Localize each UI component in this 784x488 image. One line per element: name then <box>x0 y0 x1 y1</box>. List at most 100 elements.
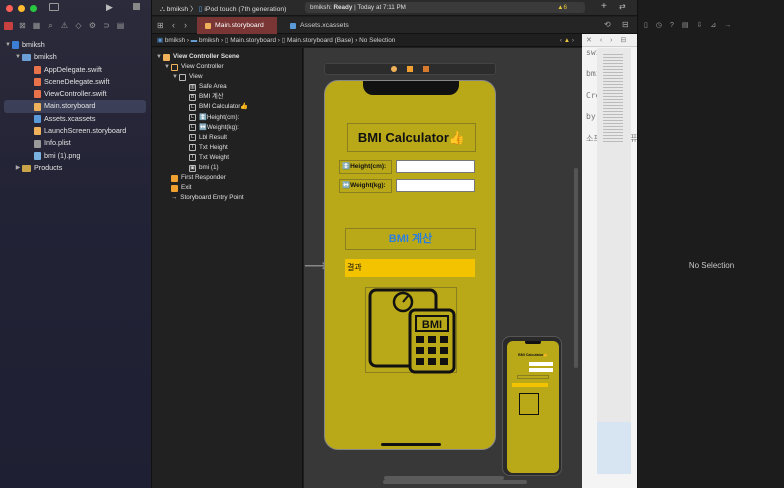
secondary-editor[interactable]: ✕ ‹ › ⊟ swift bmiksh Created by 소프트웨어컴퓨터 <box>582 34 645 488</box>
file-item[interactable]: SceneDelegate.swift <box>0 76 152 88</box>
outline-item[interactable]: ▣ bmi (1) <box>152 163 302 173</box>
split-icon[interactable]: ⊟ <box>620 37 626 44</box>
add-icon[interactable]: + <box>601 1 607 12</box>
height-text-field[interactable] <box>396 160 475 173</box>
report-navigator-icon[interactable]: ▤ <box>116 22 125 30</box>
breadcrumb-item[interactable]: Main.storyboard (Base) <box>287 37 353 44</box>
outline-item[interactable]: T Txt Height <box>152 143 302 153</box>
outline-view[interactable]: ▼ View <box>152 72 302 82</box>
editor-horizontal-scrollbar[interactable] <box>383 480 527 484</box>
phone-frame[interactable]: BMI Calculator👍 ↕️Height(cm): ↔️Weight(k… <box>324 80 496 450</box>
weight-text-field[interactable] <box>396 179 475 192</box>
tab-assets[interactable]: Assets.xcassets <box>282 17 362 34</box>
attributes-inspector-icon[interactable]: ⇩ <box>697 21 703 29</box>
canvas-options-icon[interactable]: ⊟ <box>622 20 629 29</box>
size-inspector-icon[interactable]: ⊿ <box>710 21 716 29</box>
chevron-down-icon[interactable]: ▼ <box>163 62 171 72</box>
history-icon[interactable]: ◷ <box>656 21 662 29</box>
vertical-scrollbar[interactable] <box>574 168 578 368</box>
bmi-calculate-button[interactable]: BMI 계산 <box>345 228 476 250</box>
file-item[interactable]: Main.storyboard <box>4 100 146 113</box>
run-icon[interactable]: ▶ <box>106 2 113 13</box>
symbol-navigator-icon[interactable]: ▦ <box>32 22 41 30</box>
chevron-down-icon[interactable]: ▼ <box>171 72 179 82</box>
weight-label[interactable]: ↔️Weight(kg): <box>339 179 392 193</box>
sidebar-toggle-icon[interactable] <box>49 3 59 11</box>
minimize-window-button[interactable] <box>18 5 25 12</box>
storyboard-canvas[interactable]: ⟶ BMI Calculator👍 ↕️Height(cm): ↔️Weight… <box>304 48 582 488</box>
file-item[interactable]: bmi (1).png <box>0 150 152 162</box>
height-label[interactable]: ↕️Height(cm): <box>339 160 392 174</box>
minimap-viewport[interactable] <box>597 422 631 474</box>
quick-help-icon[interactable]: ? <box>670 22 674 29</box>
warning-icon[interactable]: ▲ <box>564 37 570 44</box>
file-item[interactable]: Info.plist <box>0 137 152 149</box>
source-control-icon[interactable]: ⊠ <box>18 22 27 30</box>
outline-item[interactable]: L ↔️Weight(kg): <box>152 123 302 133</box>
zoom-window-button[interactable] <box>30 5 37 12</box>
file-item[interactable]: LaunchScreen.storyboard <box>0 125 152 137</box>
scene-dock[interactable] <box>324 63 496 75</box>
breadcrumb-item[interactable]: bmiksh <box>199 37 219 44</box>
scheme-selector[interactable]: ⛬ bmiksh 〉 ▯ iPod touch (7th generation) <box>160 3 286 14</box>
outline-first-responder[interactable]: First Responder <box>152 173 302 183</box>
outline-exit[interactable]: Exit <box>152 183 302 193</box>
file-item[interactable]: ViewController.swift <box>0 88 152 100</box>
breadcrumb-item[interactable]: bmiksh <box>165 37 185 44</box>
outline-entry-point[interactable]: → Storyboard Entry Point <box>152 193 302 203</box>
folder-icon: ▬ <box>190 37 198 44</box>
outline-item[interactable]: B BMI 계산 <box>152 92 302 102</box>
file-item[interactable]: AppDelegate.swift <box>0 64 152 76</box>
source-minimap[interactable] <box>597 48 631 474</box>
outline-item[interactable]: L Lbl Result <box>152 133 302 143</box>
view-controller-dock-icon[interactable] <box>391 66 397 72</box>
related-items-icon[interactable]: ⟲ <box>604 20 611 29</box>
chevron-down-icon[interactable]: ▼ <box>155 52 163 62</box>
view-label: View <box>189 73 203 81</box>
chevron-right-icon[interactable]: ▶ <box>14 162 22 174</box>
result-label[interactable]: 결과 <box>345 259 475 277</box>
breadcrumb-item[interactable]: Main.storyboard <box>230 37 276 44</box>
breakpoint-navigator-icon[interactable]: ⊃ <box>102 22 111 30</box>
outline-item[interactable]: L ↕️Height(cm): <box>152 113 302 123</box>
chevron-down-icon[interactable]: ▼ <box>14 51 22 63</box>
products-group[interactable]: ▶ Products <box>0 162 152 174</box>
forward-icon[interactable]: › <box>184 20 187 30</box>
close-icon[interactable]: ✕ <box>586 37 592 44</box>
forward-icon[interactable]: › <box>610 37 612 44</box>
close-window-button[interactable] <box>6 5 13 12</box>
breadcrumb-item[interactable]: No Selection <box>359 37 395 44</box>
bmi-image-view[interactable]: BMI <box>365 287 457 374</box>
chevron-down-icon[interactable]: ▼ <box>4 39 12 51</box>
split-editor-icon[interactable]: ⇄ <box>619 2 626 11</box>
group-row[interactable]: ▼ bmiksh <box>0 51 152 63</box>
minimap-preview[interactable]: BMI Calculator👍 <box>502 336 562 476</box>
warning-icon[interactable]: ▲6 <box>557 4 567 11</box>
exit-dock-icon[interactable] <box>423 66 429 72</box>
outline-item[interactable]: L BMI Calculator👍 <box>152 102 302 112</box>
folder-navigator-icon[interactable] <box>4 22 13 30</box>
project-root[interactable]: ▼ bmiksh <box>0 39 152 51</box>
jump-bar[interactable]: ▣ bmiksh › ▬ bmiksh › ▯ Main.storyboard … <box>152 34 582 47</box>
outline-controller[interactable]: ▼ View Controller <box>152 62 302 72</box>
stop-icon[interactable] <box>133 3 140 10</box>
identity-inspector-icon[interactable]: ▤ <box>682 21 689 29</box>
find-navigator-icon[interactable]: ⌕ <box>46 22 55 30</box>
back-icon[interactable]: ‹ <box>600 37 602 44</box>
title-label[interactable]: BMI Calculator👍 <box>347 123 476 152</box>
outline-scene[interactable]: ▼ View Controller Scene <box>152 52 302 62</box>
test-navigator-icon[interactable]: ◇ <box>74 22 83 30</box>
file-inspector-icon[interactable]: ▯ <box>644 21 648 29</box>
entry-point-label: Storyboard Entry Point <box>180 194 244 202</box>
outline-item[interactable]: T Txt Weight <box>152 153 302 163</box>
file-item[interactable]: Assets.xcassets <box>0 113 152 125</box>
debug-navigator-icon[interactable]: ⚙ <box>88 22 97 30</box>
back-icon[interactable]: ‹ <box>172 20 175 30</box>
issue-navigator-icon[interactable]: ⚠ <box>60 22 69 30</box>
grid-icon[interactable]: ⊞ <box>157 21 164 30</box>
tab-main-storyboard[interactable]: Main.storyboard <box>197 17 277 34</box>
first-responder-dock-icon[interactable] <box>407 66 413 72</box>
nav-arrows[interactable]: ‹ ▲ › <box>560 34 574 47</box>
outline-item[interactable]: ▥ Safe Area <box>152 82 302 92</box>
connections-inspector-icon[interactable]: → <box>724 22 731 29</box>
